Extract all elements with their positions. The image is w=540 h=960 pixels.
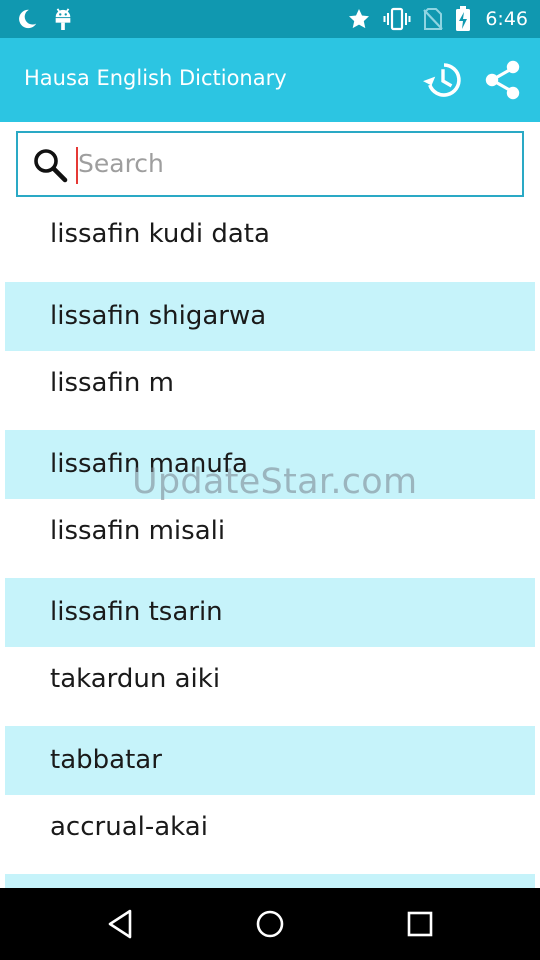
list-item[interactable]: lissafin shigarwa <box>5 282 535 351</box>
watermark: UpdateStar.com <box>132 462 418 502</box>
search-input[interactable] <box>74 139 512 187</box>
search-box[interactable] <box>16 131 524 197</box>
list-item-label: tabbatar <box>50 744 162 775</box>
history-button[interactable] <box>420 58 464 102</box>
list-item-label: lissafin m <box>50 367 174 398</box>
history-icon <box>423 63 461 97</box>
navigation-bar <box>0 888 540 960</box>
list-item[interactable]: tabbatar <box>5 726 535 795</box>
list-item[interactable]: lissafin kudi data <box>5 200 535 269</box>
moon-icon <box>19 9 37 29</box>
text-cursor <box>76 147 78 184</box>
app-bar: Hausa English Dictionary <box>0 38 540 122</box>
share-icon <box>485 60 520 100</box>
no-sim-icon <box>423 8 444 30</box>
battery-charging-icon <box>456 6 471 31</box>
list-item[interactable]: lissafin tsarin <box>5 578 535 647</box>
list-item-label: accrual-akai <box>50 811 208 842</box>
vibrate-icon <box>383 7 411 31</box>
word-list[interactable]: lissafin kudi data lissafin shigarwa lis… <box>5 200 535 888</box>
list-item-label: lissafin tsarin <box>50 596 223 627</box>
list-item-label: lissafin shigarwa <box>50 300 267 331</box>
recents-icon[interactable] <box>402 906 438 942</box>
list-item[interactable]: lissafin m <box>5 349 535 418</box>
status-right-icons: 6:46 <box>347 6 528 32</box>
status-left-icons <box>16 7 74 31</box>
share-button[interactable] <box>482 58 524 102</box>
search-icon <box>34 149 68 183</box>
app-title: Hausa English Dictionary <box>24 66 287 90</box>
status-time: 6:46 <box>485 8 528 30</box>
list-item[interactable] <box>5 874 535 888</box>
list-item-label: takardun aiki <box>50 663 221 694</box>
list-item-label: lissafin kudi data <box>50 218 270 249</box>
home-icon[interactable] <box>252 906 288 942</box>
back-icon[interactable] <box>102 906 138 942</box>
list-item[interactable]: accrual-akai <box>5 793 535 862</box>
android-icon <box>55 8 71 30</box>
list-item[interactable]: lissafin misali <box>5 497 535 566</box>
star-icon <box>349 9 370 29</box>
status-bar: 6:46 <box>0 0 540 38</box>
list-item-label: lissafin misali <box>50 515 226 546</box>
list-item[interactable]: takardun aiki <box>5 645 535 714</box>
